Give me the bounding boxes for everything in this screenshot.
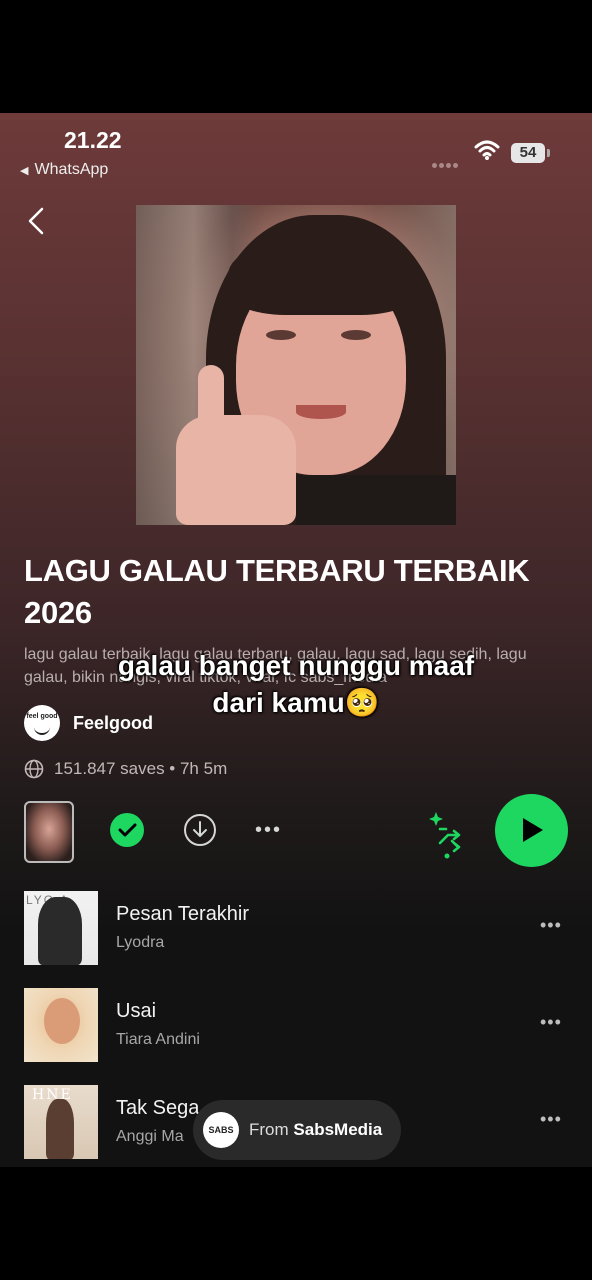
signal-icon xyxy=(432,155,464,168)
smart-shuffle-icon[interactable] xyxy=(428,811,466,859)
check-icon[interactable] xyxy=(110,813,144,847)
smile-icon xyxy=(34,726,50,735)
play-icon xyxy=(523,818,543,842)
playlist-title: LAGU GALAU TERBARU TERBAIK 2026 xyxy=(24,553,530,630)
track-title: Usai xyxy=(116,1000,157,1022)
caption-line-1: galau banget nunggu maaf xyxy=(117,650,475,681)
owner-avatar[interactable]: feel good xyxy=(24,705,60,741)
source-name: SabsMedia xyxy=(293,1120,383,1139)
play-button[interactable] xyxy=(495,794,568,867)
wifi-icon xyxy=(474,140,500,160)
download-icon[interactable] xyxy=(183,813,217,847)
track-artist: Lyodra xyxy=(116,934,165,951)
track-row[interactable]: Usai Tiara Andini ••• xyxy=(0,988,592,1062)
video-caption-overlay: galau banget nunggu maaf dari kamu🥺 xyxy=(60,647,532,721)
back-to-app-link[interactable]: ◀ WhatsApp xyxy=(20,161,108,179)
owner-logo-text: feel good xyxy=(26,713,58,720)
source-label: From SabsMedia xyxy=(249,1120,382,1140)
back-triangle-icon: ◀ xyxy=(20,165,29,177)
back-app-label: WhatsApp xyxy=(34,161,109,178)
letterbox-bottom xyxy=(0,1167,592,1280)
track-artist: Anggi Ma xyxy=(116,1128,184,1145)
source-logo: SABS xyxy=(203,1112,239,1148)
from-source-pill[interactable]: SABS From SabsMedia xyxy=(193,1100,401,1160)
track-artwork xyxy=(24,988,98,1062)
source-prefix: From xyxy=(249,1120,289,1139)
track-row[interactable]: LYO A Pesan Terakhir Lyodra ••• xyxy=(0,891,592,965)
battery-indicator: 54 xyxy=(511,143,545,163)
track-artwork: HNE xyxy=(24,1085,98,1159)
playlist-screen: 21.22 ◀ WhatsApp 54 LAGU GALAU TERBARU TE… xyxy=(0,113,592,1167)
playlist-meta: 151.847 saves • 7h 5m xyxy=(54,759,228,778)
battery-nub xyxy=(547,149,550,157)
track-more-icon[interactable]: ••• xyxy=(540,1109,562,1130)
track-title: Tak Sega xyxy=(116,1097,200,1119)
globe-icon xyxy=(24,759,44,779)
playlist-cover-image xyxy=(136,205,456,525)
letterbox-top xyxy=(0,0,592,113)
track-title: Pesan Terakhir xyxy=(116,903,250,925)
track-artwork: LYO A xyxy=(24,891,98,965)
more-options-icon[interactable]: ••• xyxy=(255,819,282,842)
track-artist: Tiara Andini xyxy=(116,1031,200,1048)
owner-name[interactable]: Feelgood xyxy=(73,713,153,734)
playlist-preview-thumbnail[interactable] xyxy=(24,801,74,863)
track-more-icon[interactable]: ••• xyxy=(540,915,562,936)
status-time: 21.22 xyxy=(64,127,122,153)
track-more-icon[interactable]: ••• xyxy=(540,1012,562,1033)
chevron-left-icon[interactable] xyxy=(22,205,50,237)
